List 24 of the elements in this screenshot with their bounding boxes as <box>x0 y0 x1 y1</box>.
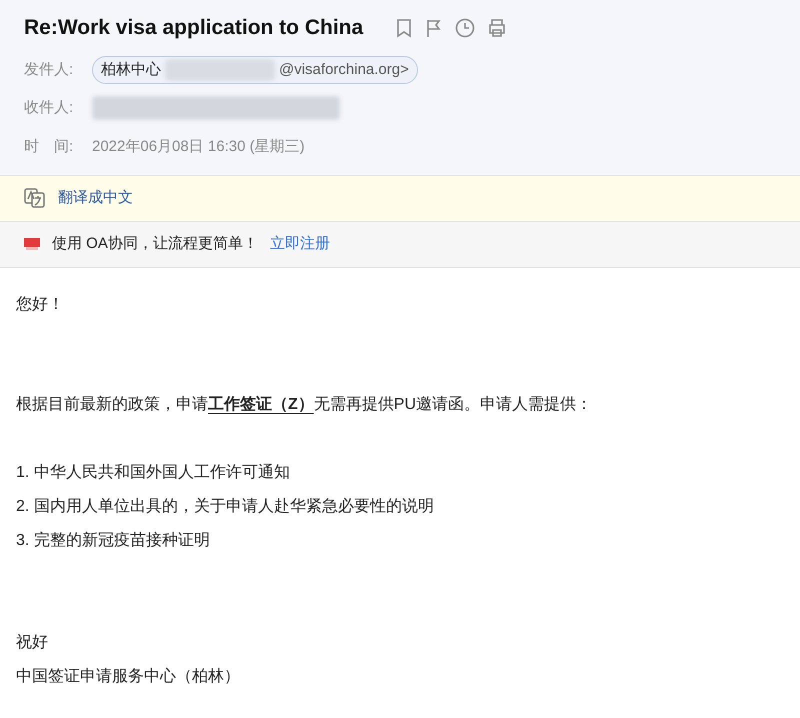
closing: 祝好 <box>16 632 49 652</box>
list-item: 1. 中华人民共和国外国人工作许可通知 <box>16 462 291 482</box>
app-logo-icon <box>24 237 40 251</box>
from-label: 发件人: <box>24 60 74 80</box>
clock-icon[interactable] <box>455 18 476 38</box>
register-link[interactable]: 立即注册 <box>270 232 330 256</box>
promo-text: 使用 OA协同，让流程更简单！ <box>52 234 258 254</box>
to-label: 收件人: <box>24 98 74 118</box>
time-label: 时 间: <box>24 137 74 157</box>
list-item: 2. 国内用人单位出具的，关于申请人赴华紧急必要性的说明 <box>16 496 435 516</box>
sent-time: 2022年06月08日 16:30 (星期三) <box>92 137 305 157</box>
email-subject: Re:Work visa application to China <box>24 15 364 41</box>
greeting: 您好！ <box>16 294 65 314</box>
body-paragraph: 根据目前最新的政策，申请工作签证（Z）无需再提供PU邀请函。申请人需提供： <box>16 394 594 414</box>
flag-icon[interactable] <box>425 18 444 38</box>
sender-name: 柏林中心 <box>101 60 161 80</box>
print-icon[interactable] <box>487 18 508 38</box>
signature: 中国签证申请服务中心（柏林） <box>16 666 241 686</box>
translate-icon <box>24 188 46 208</box>
sender-address: @visaforchina.org> <box>279 60 409 80</box>
sender-chip[interactable]: 柏林中心 @visaforchina.org> <box>92 56 418 84</box>
bookmark-icon[interactable] <box>395 18 414 38</box>
list-item: 3. 完整的新冠疫苗接种证明 <box>16 530 211 550</box>
translate-link[interactable]: 翻译成中文 <box>58 186 133 210</box>
